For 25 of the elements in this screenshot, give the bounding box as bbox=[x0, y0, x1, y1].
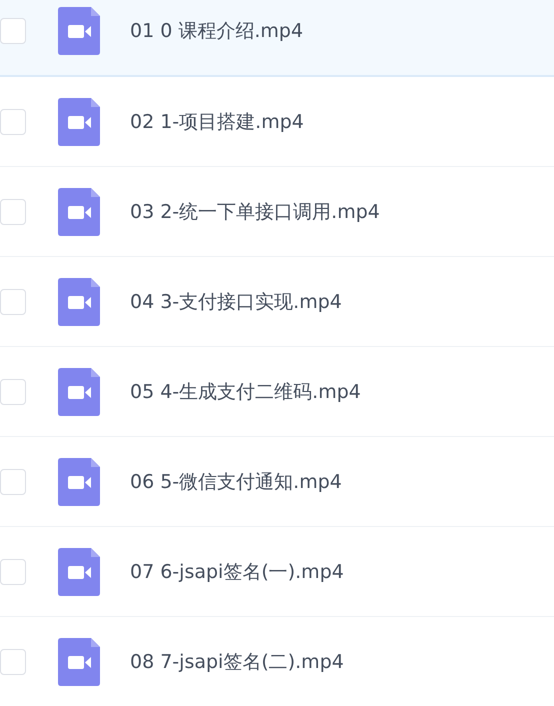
file-name: 05 4-生成支付二维码.mp4 bbox=[130, 380, 361, 404]
video-file-icon bbox=[58, 368, 100, 416]
file-name: 08 7-jsapi签名(二).mp4 bbox=[130, 650, 344, 674]
file-name: 06 5-微信支付通知.mp4 bbox=[130, 470, 342, 494]
checkbox[interactable] bbox=[0, 378, 26, 404]
file-name: 01 0 课程介绍.mp4 bbox=[130, 19, 304, 44]
file-name: 03 2-统一下单接口调用.mp4 bbox=[130, 200, 380, 224]
checkbox[interactable] bbox=[0, 288, 26, 314]
file-row[interactable]: 01 0 课程介绍.mp4 bbox=[0, 0, 554, 77]
video-file-icon bbox=[58, 548, 100, 596]
file-name: 04 3-支付接口实现.mp4 bbox=[130, 290, 342, 314]
checkbox[interactable] bbox=[0, 198, 26, 224]
video-file-icon bbox=[58, 458, 100, 506]
checkbox[interactable] bbox=[0, 108, 26, 134]
file-name: 02 1-项目搭建.mp4 bbox=[130, 110, 304, 134]
checkbox[interactable] bbox=[0, 648, 26, 674]
checkbox[interactable] bbox=[0, 468, 26, 494]
checkbox[interactable] bbox=[0, 18, 26, 44]
file-name: 07 6-jsapi签名(一).mp4 bbox=[130, 560, 344, 584]
video-file-icon bbox=[58, 278, 100, 326]
checkbox[interactable] bbox=[0, 558, 26, 584]
video-file-icon bbox=[58, 188, 100, 236]
video-file-icon bbox=[58, 98, 100, 146]
video-file-icon bbox=[58, 638, 100, 686]
video-file-icon bbox=[58, 7, 100, 55]
